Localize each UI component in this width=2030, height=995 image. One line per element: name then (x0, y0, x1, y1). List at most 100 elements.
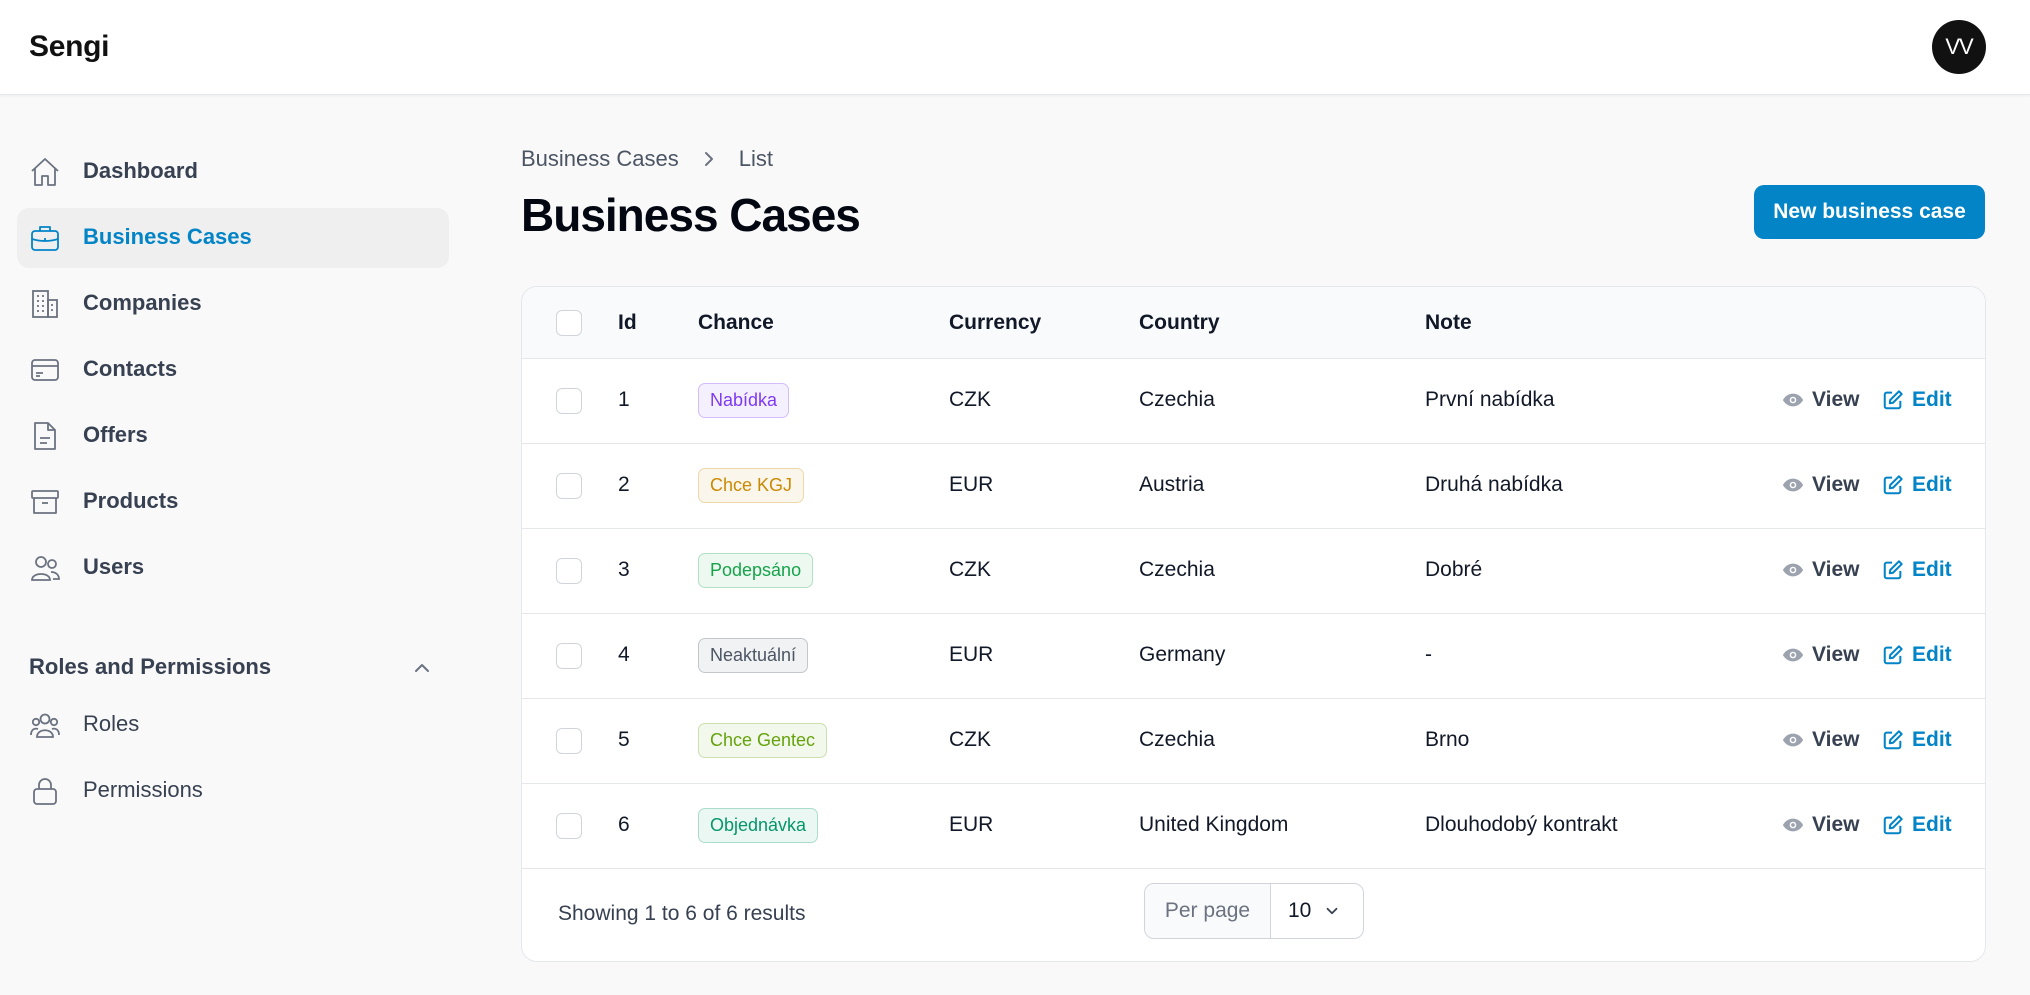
card-icon (31, 359, 59, 381)
business-cases-table: Id Chance Currency Country Note 1 Nabídk… (521, 286, 1986, 962)
view-button[interactable]: View (1782, 558, 1859, 582)
cell-country: Czechia (1139, 558, 1215, 581)
cell-country: Germany (1139, 643, 1226, 666)
row-checkbox[interactable] (556, 558, 582, 584)
sidebar-item-label: Products (83, 488, 179, 513)
view-button[interactable]: View (1782, 728, 1859, 752)
results-summary: Showing 1 to 6 of 6 results (558, 902, 806, 925)
cell-id: 2 (618, 473, 630, 496)
row-checkbox[interactable] (556, 813, 582, 839)
home-icon (31, 158, 59, 186)
cell-currency: CZK (949, 728, 991, 751)
edit-label: Edit (1912, 643, 1952, 666)
per-page-select[interactable]: 10 (1271, 884, 1363, 938)
view-label: View (1812, 728, 1860, 751)
pencil-square-icon (1883, 390, 1903, 410)
cell-note: První nabídka (1425, 388, 1555, 411)
breadcrumb-current: List (738, 146, 773, 171)
user-avatar[interactable]: VV (1932, 20, 1986, 74)
select-all-checkbox[interactable] (556, 310, 582, 336)
eye-icon (1782, 478, 1804, 492)
row-checkbox[interactable] (556, 388, 582, 414)
eye-icon (1782, 648, 1804, 662)
cell-country: Austria (1139, 473, 1205, 496)
edit-label: Edit (1912, 813, 1952, 836)
view-button[interactable]: View (1782, 473, 1859, 497)
sidebar-item-companies[interactable]: Companies (17, 274, 449, 334)
view-label: View (1812, 813, 1860, 836)
edit-button[interactable]: Edit (1882, 728, 1952, 752)
new-business-case-button[interactable]: New business case (1754, 185, 1985, 239)
briefcase-icon (31, 226, 59, 251)
cell-id: 4 (618, 643, 630, 666)
table-row: 4 Neaktuální EUR Germany - View Edit (522, 614, 1985, 699)
cell-country: United Kingdom (1139, 813, 1289, 836)
view-button[interactable]: View (1782, 643, 1859, 667)
document-icon (34, 422, 56, 450)
row-checkbox[interactable] (556, 643, 582, 669)
cell-note: Dobré (1425, 558, 1483, 581)
sidebar-item-products[interactable]: Products (17, 472, 449, 532)
edit-label: Edit (1912, 473, 1952, 496)
view-label: View (1812, 388, 1860, 411)
pencil-square-icon (1883, 730, 1903, 750)
sidebar-item-dashboard[interactable]: Dashboard (17, 142, 449, 202)
sidebar-item-offers[interactable]: Offers (17, 406, 449, 466)
users-icon (31, 556, 60, 581)
row-checkbox[interactable] (556, 728, 582, 754)
sidebar-item-label: Offers (83, 422, 148, 447)
cell-currency: CZK (949, 558, 991, 581)
edit-label: Edit (1912, 728, 1952, 751)
chance-badge: Chce Gentec (698, 723, 828, 758)
chance-badge: Objednávka (698, 808, 819, 843)
lock-icon (33, 778, 57, 805)
sidebar-item-label: Dashboard (83, 158, 198, 183)
sidebar-item-business-cases[interactable]: Business Cases (17, 208, 449, 268)
view-button[interactable]: View (1782, 388, 1859, 412)
edit-label: Edit (1912, 558, 1952, 581)
column-header-note[interactable]: Note (1425, 311, 1472, 335)
sidebar-item-roles[interactable]: Roles (17, 695, 449, 755)
edit-button[interactable]: Edit (1882, 813, 1952, 837)
breadcrumb-root[interactable]: Business Cases (521, 146, 679, 172)
edit-button[interactable]: Edit (1882, 558, 1952, 582)
sidebar-item-label: Contacts (83, 356, 178, 381)
edit-button[interactable]: Edit (1882, 388, 1952, 412)
sidebar-item-users[interactable]: Users (17, 538, 449, 598)
sidebar-item-label: Companies (83, 290, 202, 315)
chevron-up-icon[interactable] (410, 656, 434, 680)
sidebar-item-contacts[interactable]: Contacts (17, 340, 449, 400)
per-page-selector[interactable]: Per page 10 (1144, 883, 1364, 939)
chance-badge: Chce KGJ (698, 468, 805, 503)
edit-button[interactable]: Edit (1882, 643, 1952, 667)
page-title: Business Cases (521, 189, 861, 241)
chevron-right-icon (704, 152, 713, 166)
top-bar: Sengi VV (0, 0, 2030, 95)
cell-id: 3 (618, 558, 630, 581)
pencil-square-icon (1883, 560, 1903, 580)
cell-currency: EUR (949, 473, 994, 496)
column-header-id[interactable]: Id (618, 311, 637, 335)
table-header: Id Chance Currency Country Note (522, 287, 1985, 359)
cell-currency: EUR (949, 813, 994, 836)
column-header-currency[interactable]: Currency (949, 311, 1041, 335)
roles-permissions-group-title[interactable]: Roles and Permissions (29, 654, 271, 680)
row-checkbox[interactable] (556, 473, 582, 499)
column-header-country[interactable]: Country (1139, 311, 1220, 335)
cell-country: Czechia (1139, 388, 1215, 411)
column-header-chance[interactable]: Chance (698, 311, 774, 335)
cell-currency: EUR (949, 643, 994, 666)
cell-note: Dlouhodobý kontrakt (1425, 813, 1618, 836)
cell-note: - (1425, 643, 1432, 666)
table-row: 2 Chce KGJ EUR Austria Druhá nabídka Vie… (522, 444, 1985, 529)
edit-label: Edit (1912, 388, 1952, 411)
view-button[interactable]: View (1782, 813, 1859, 837)
view-label: View (1812, 558, 1860, 581)
brand-logo[interactable]: Sengi (29, 30, 109, 64)
edit-button[interactable]: Edit (1882, 473, 1952, 497)
per-page-value: 10 (1288, 899, 1312, 922)
eye-icon (1782, 818, 1804, 832)
user-group-icon (30, 713, 60, 738)
sidebar-item-permissions[interactable]: Permissions (17, 761, 449, 821)
pencil-square-icon (1883, 645, 1903, 665)
